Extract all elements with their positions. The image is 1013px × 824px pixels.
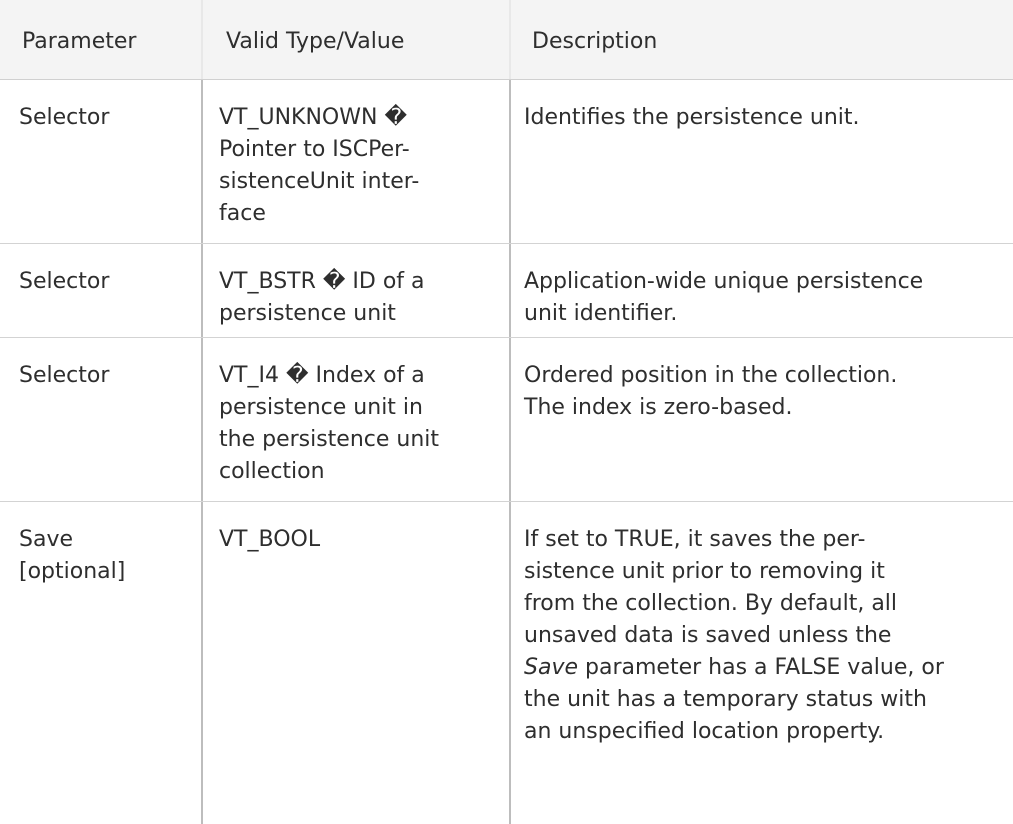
description-cell: Application-wide unique persistence unit… [509, 244, 1013, 337]
type-line: VT_UNKNOWN � [219, 105, 408, 130]
table-row: Save [optional] VT_BOOL If set to TRUE, … [0, 502, 1013, 824]
type-line: the persistence unit [219, 427, 440, 452]
description-line: Identifies the persistence unit. [524, 105, 860, 130]
type-line: VT_I4 � Index of a [219, 363, 425, 388]
parameter-cell: Selector [19, 105, 110, 130]
type-line: collection [219, 459, 325, 484]
description-line: The index is zero-based. [524, 395, 793, 420]
description-line: unit identifier. [524, 301, 678, 326]
description-line: an unspecified location property. [524, 719, 885, 744]
table-row: Selector VT_I4 � Index of a persistence … [0, 338, 1013, 502]
description-line: sistence unit prior to removing it [524, 559, 885, 584]
header-description: Description [509, 0, 1013, 79]
description-cell: Ordered position in the collection. The … [509, 338, 1013, 501]
type-line: sistenceUnit inter- [219, 169, 420, 194]
description-fragment: parameter has a FALSE value, or [578, 655, 944, 680]
type-line: Pointer to ISCPer- [219, 137, 410, 162]
type-cell: VT_I4 � Index of a persistence unit in t… [201, 338, 509, 501]
description-cell: Identifies the persistence unit. [509, 80, 1013, 243]
parameters-table: Parameter Valid Type/Value Description S… [0, 0, 1013, 824]
type-line: VT_BSTR � ID of a [219, 269, 425, 294]
type-cell: VT_BSTR � ID of a persistence unit [201, 244, 509, 337]
parameter-line: Save [19, 527, 74, 552]
table-header-row: Parameter Valid Type/Value Description [0, 0, 1013, 80]
description-line: Application-wide unique persistence [524, 269, 924, 294]
description-line: from the collection. By default, all [524, 591, 898, 616]
type-cell: VT_UNKNOWN � Pointer to ISCPer- sistence… [201, 80, 509, 243]
description-line: Save parameter has a FALSE value, or [524, 652, 1001, 684]
table-row: Selector VT_BSTR � ID of a persistence u… [0, 244, 1013, 338]
description-line: unsaved data is saved unless the [524, 623, 892, 648]
type-line: face [219, 201, 266, 226]
parameter-cell: Save [optional] [0, 502, 201, 824]
description-line: the unit has a temporary status with [524, 687, 927, 712]
description-line: If set to TRUE, it saves the per- [524, 527, 866, 552]
type-cell: VT_BOOL [201, 502, 509, 824]
header-valid-type: Valid Type/Value [201, 0, 509, 79]
description-cell: If set to TRUE, it saves the per- sisten… [509, 502, 1013, 824]
description-line: Ordered position in the collection. [524, 363, 898, 388]
parameter-cell: Selector [19, 269, 110, 294]
parameter-cell: Selector [19, 363, 110, 388]
type-line: persistence unit [219, 301, 396, 326]
type-line: VT_BOOL [219, 527, 321, 552]
header-parameter: Parameter [22, 28, 137, 54]
parameter-line: [optional] [19, 559, 126, 584]
table-row: Selector VT_UNKNOWN � Pointer to ISCPer-… [0, 80, 1013, 244]
type-line: persistence unit in [219, 395, 423, 420]
save-parameter-reference: Save [524, 655, 579, 680]
